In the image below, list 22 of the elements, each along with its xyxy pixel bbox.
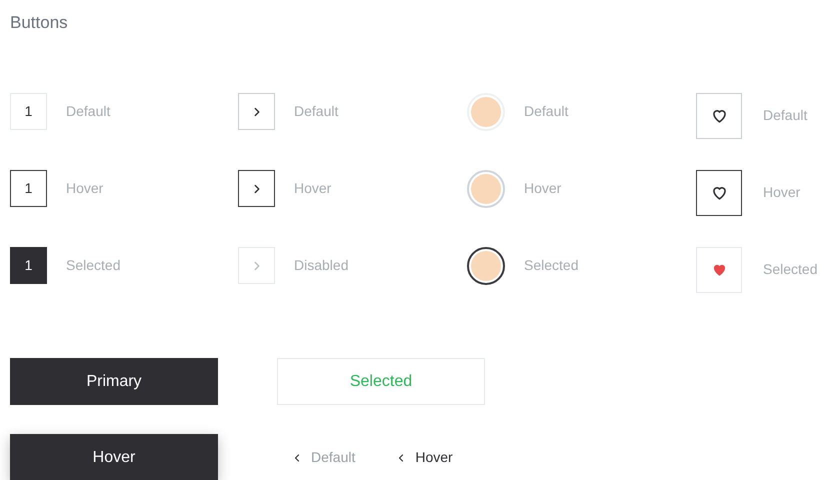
section-title: Buttons [10, 12, 69, 34]
page-button[interactable]: 1 [10, 170, 47, 207]
state-label: Hover [66, 179, 104, 198]
state-label: Default [524, 102, 568, 121]
state-label: Default [66, 102, 110, 121]
state-label: Default [763, 106, 808, 125]
back-link[interactable]: Hover [395, 447, 453, 468]
page-button[interactable]: 1 [10, 247, 47, 284]
state-label: Hover [524, 179, 562, 198]
state-label: Hover [763, 183, 800, 202]
next-button[interactable] [238, 170, 275, 207]
state-label: Disabled [294, 256, 348, 275]
page-button[interactable]: 1 [10, 93, 47, 130]
primary-button[interactable]: Hover [10, 434, 218, 480]
favorite-button[interactable] [696, 170, 742, 216]
state-label: Hover [294, 179, 332, 198]
state-label: Default [294, 102, 338, 121]
color-swatch-button[interactable] [467, 246, 505, 284]
state-label: Selected [524, 256, 578, 275]
primary-button[interactable]: Primary [10, 358, 218, 405]
state-label: Selected [66, 256, 120, 275]
state-label: Selected [763, 260, 818, 279]
